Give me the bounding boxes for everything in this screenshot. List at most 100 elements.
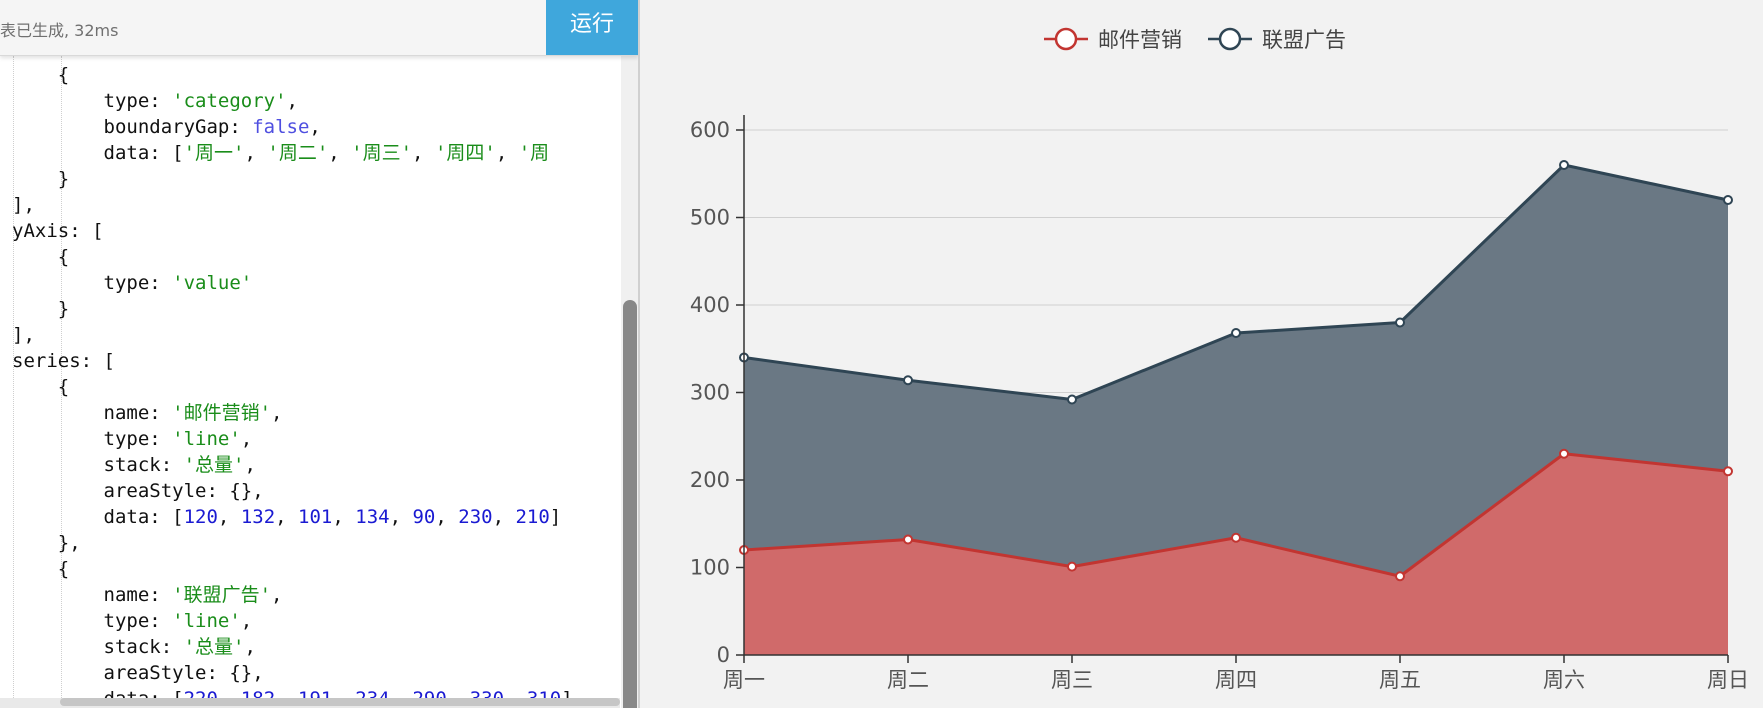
code-token: '总量' xyxy=(183,454,245,476)
stacked-area-chart: 0 100 200 300 400 500 600 周一 周二 周三 周四 周五 周六 周日 邮件营销 联盟广… xyxy=(690,27,1749,692)
code-line: ], xyxy=(12,322,35,348)
code-token: series: [ xyxy=(12,350,115,372)
code-line: areaStyle: {}, xyxy=(12,660,264,686)
data-point[interactable] xyxy=(1559,160,1569,170)
code-token: 134 xyxy=(355,506,390,528)
code-token: 'line' xyxy=(172,610,241,632)
code-token: , xyxy=(217,506,241,528)
data-point[interactable] xyxy=(1395,571,1405,582)
code-token: type: xyxy=(12,428,173,450)
legend-label[interactable]: 邮件营销 xyxy=(1098,28,1182,52)
code-token: } xyxy=(12,168,70,190)
y-tick-label: 600 xyxy=(690,118,730,142)
y-tick-label: 300 xyxy=(690,381,730,405)
code-token: , xyxy=(271,402,283,424)
data-point[interactable] xyxy=(1723,466,1733,477)
code-token: '周一' xyxy=(183,142,245,164)
code-token: , xyxy=(389,506,413,528)
code-token: name: xyxy=(12,584,173,606)
code-token: , xyxy=(286,90,298,112)
code-editor[interactable]: { type: 'category', boundaryGap: false, … xyxy=(0,56,638,708)
code-token: 120 xyxy=(183,506,218,528)
code-line: series: [ xyxy=(12,348,115,374)
code-token: 132 xyxy=(240,506,276,528)
legend-marker-icon[interactable] xyxy=(1054,27,1078,51)
code-token: ] xyxy=(549,506,562,528)
code-token: type: xyxy=(12,272,173,294)
data-point[interactable] xyxy=(1231,328,1241,338)
code-token: }, xyxy=(12,532,81,554)
chart-preview-pane: 0 100 200 300 400 500 600 周一 周二 周三 周四 周五 周六 周日 邮件营销 联盟广… xyxy=(640,0,1763,708)
code-token: ], xyxy=(12,324,35,346)
code-token: stack: xyxy=(12,636,184,658)
code-token: '周二' xyxy=(267,142,329,164)
x-tick-label: 周一 xyxy=(723,668,765,692)
data-point[interactable] xyxy=(1231,532,1241,543)
run-button[interactable]: 运行 xyxy=(546,0,638,55)
code-token: yAxis: [ xyxy=(12,220,104,242)
y-tick-label: 500 xyxy=(690,206,730,230)
code-line: { xyxy=(12,556,69,582)
data-point[interactable] xyxy=(903,375,913,386)
code-token: '周 xyxy=(518,142,550,164)
data-point[interactable] xyxy=(1723,195,1733,205)
code-token: , xyxy=(435,506,459,528)
x-tick-label: 周六 xyxy=(1543,668,1585,692)
code-token: 230 xyxy=(458,506,493,528)
y-tick-label: 100 xyxy=(690,556,730,580)
code-line: yAxis: [ xyxy=(12,218,104,244)
code-token: '周三' xyxy=(351,142,413,164)
code-token: type: xyxy=(12,610,173,632)
code-line: ], xyxy=(12,192,35,218)
y-tick-label: 0 xyxy=(717,643,730,667)
legend-label[interactable]: 联盟广告 xyxy=(1262,28,1346,52)
code-line: type: 'line', xyxy=(12,426,253,452)
data-point[interactable] xyxy=(1395,317,1405,328)
code-line: name: '邮件营销', xyxy=(12,400,283,426)
code-token: type: xyxy=(12,90,173,112)
code-token: { xyxy=(12,376,70,398)
data-point[interactable] xyxy=(1067,394,1077,405)
code-line: stack: '总量', xyxy=(12,452,256,478)
code-token: , xyxy=(412,142,435,164)
code-line: name: '联盟广告', xyxy=(12,582,283,608)
code-token: 'value' xyxy=(172,272,253,294)
code-token: 101 xyxy=(298,506,333,528)
code-line: { xyxy=(12,374,69,400)
code-token: , xyxy=(275,506,299,528)
code-token: , xyxy=(332,506,356,528)
code-line: { xyxy=(12,62,69,88)
code-token: , xyxy=(244,142,268,164)
horizontal-scrollbar-thumb[interactable] xyxy=(60,698,620,706)
code-line: data: [120, 132, 101, 134, 90, 230, 210] xyxy=(12,504,562,530)
legend-marker-icon[interactable] xyxy=(1218,27,1242,51)
code-token: data: [ xyxy=(12,142,184,164)
code-token: '联盟广告' xyxy=(172,584,272,606)
code-line: data: ['周一', '周二', '周三', '周四', '周 xyxy=(12,140,550,166)
y-tick-label: 400 xyxy=(690,293,730,317)
code-token: { xyxy=(12,558,70,580)
x-tick-label: 周三 xyxy=(1051,668,1093,692)
code-token: name: xyxy=(12,402,173,424)
vertical-scrollbar-thumb[interactable] xyxy=(623,300,637,708)
code-line: stack: '总量', xyxy=(12,634,256,660)
code-line: boundaryGap: false, xyxy=(12,114,321,140)
code-token: '周四' xyxy=(434,142,496,164)
data-point[interactable] xyxy=(1067,561,1077,572)
status-text: 表已生成, 32ms xyxy=(0,21,119,40)
code-token: false xyxy=(252,116,310,138)
code-token: '邮件营销' xyxy=(172,402,272,424)
data-point[interactable] xyxy=(903,534,913,545)
x-tick-label: 周二 xyxy=(887,668,929,692)
code-line: type: 'line', xyxy=(12,608,253,634)
code-token: stack: xyxy=(12,454,184,476)
code-token: areaStyle: {}, xyxy=(12,662,264,684)
code-line: } xyxy=(12,166,69,192)
editor-toolbar: 表已生成, 32ms 运行 xyxy=(0,0,638,56)
code-token: , xyxy=(492,506,516,528)
code-line: { xyxy=(12,244,69,270)
code-token: data: [ xyxy=(12,506,184,528)
code-token: , xyxy=(271,584,283,606)
data-point[interactable] xyxy=(1559,448,1569,459)
code-line: areaStyle: {}, xyxy=(12,478,264,504)
